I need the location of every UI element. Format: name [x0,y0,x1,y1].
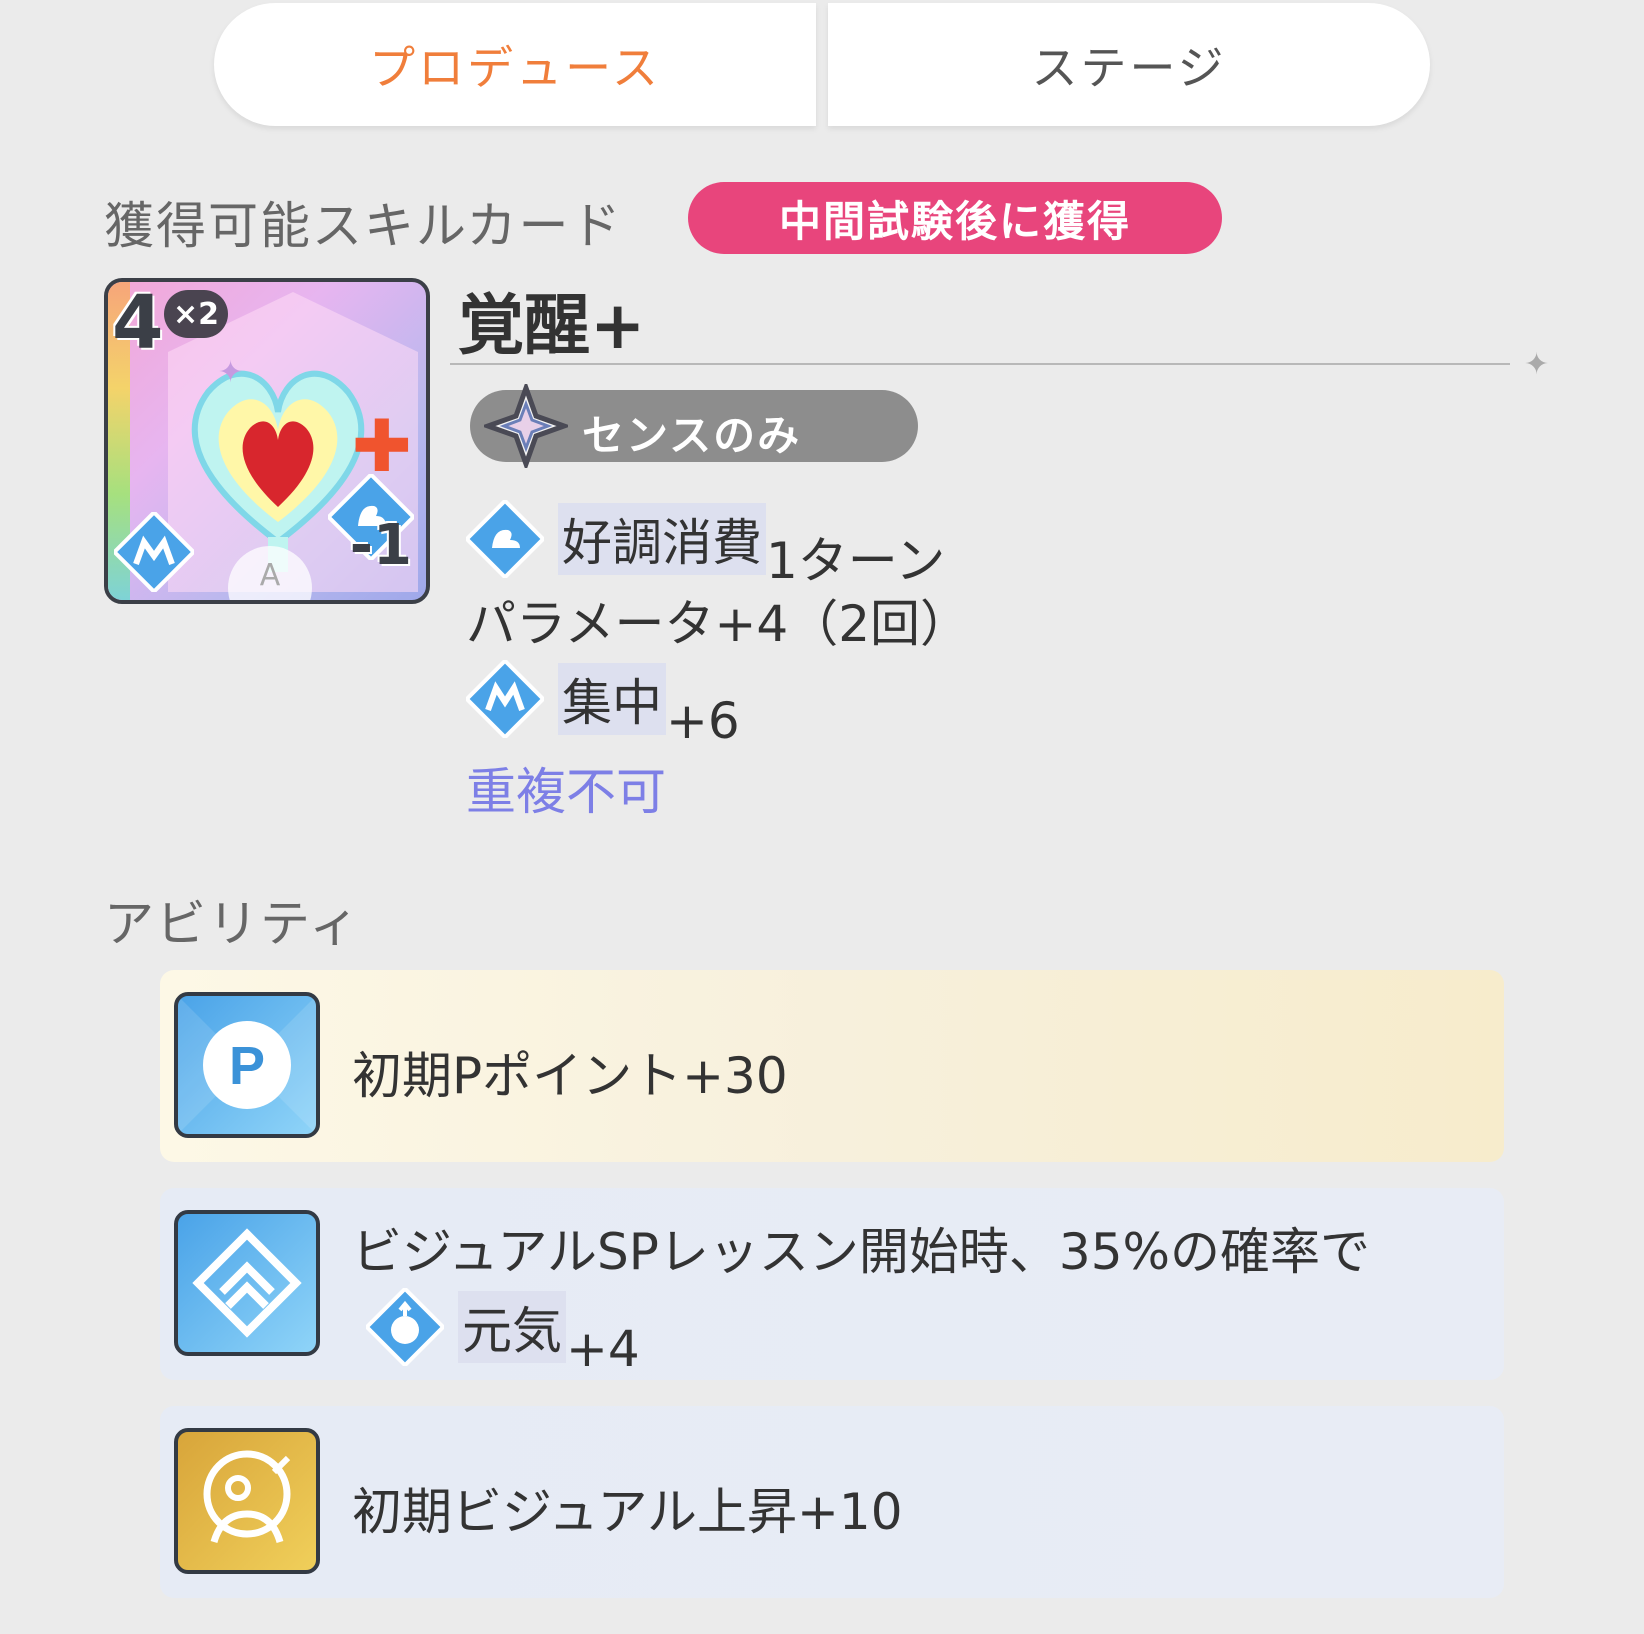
concentration-token[interactable]: 集中 [466,660,666,738]
concentration-icon [114,512,194,592]
concentration-icon [466,660,544,738]
visual-sp-lesson-icon [174,1210,320,1356]
skill-card-image[interactable]: ✦ 4 ×2 ✚ -1 A [104,278,430,604]
effect-keyword: 集中 [558,663,666,735]
ability-item: P 初期Pポイント+30 [160,970,1504,1162]
ability-text-line2: 元気 +4 [366,1288,640,1378]
sparkle-icon: ✦ [1524,347,1550,382]
effect-value: +4 [566,1320,640,1378]
ability-text: 初期ビジュアル上昇+10 [352,1483,903,1541]
restriction-label: センスのみ [582,411,802,460]
effect-line-2: パラメータ+4（2回） [466,595,971,653]
no-duplicate-label: 重複不可 [466,763,666,821]
sense-plan-icon [484,384,568,468]
effect-line-1: 好調消費 1ターン [466,500,945,593]
ability-item: 初期ビジュアル上昇+10 [160,1406,1504,1598]
good-condition-icon [466,500,544,578]
skill-card-section-title: 獲得可能スキルカード [104,197,623,255]
ability-item: ビジュアルSPレッスン開始時、35%の確率で 元気 +4 [160,1188,1504,1380]
visual-growth-icon [174,1428,320,1574]
acquire-timing-badge: 中間試験後に獲得 [688,182,1222,254]
skill-card-name: 覚醒+ [458,287,646,364]
p-point-icon: P [174,992,320,1138]
ability-section-title: アビリティ [104,895,361,953]
svg-text:P: P [229,1036,265,1096]
card-cost: 4 [112,280,164,366]
card-times-badge: ×2 [164,290,228,338]
tab-stage[interactable]: ステージ [828,3,1430,126]
svg-text:✦: ✦ [218,355,243,390]
genki-icon [366,1288,444,1366]
card-cost-change: -1 [349,513,412,578]
tab-bar: プロデュース ステージ [214,3,1430,126]
effect-keyword: 好調消費 [558,503,766,575]
restriction-badge: センスのみ [470,384,918,468]
effect-value: 1ターン [766,532,946,590]
title-divider [450,363,1510,365]
genki-token[interactable]: 元気 [366,1288,566,1366]
card-upgraded-plus-icon: ✚ [351,404,412,488]
ability-text: ビジュアルSPレッスン開始時、35%の確率で [352,1223,1371,1281]
good-condition-token[interactable]: 好調消費 [466,500,766,578]
effect-value: +6 [666,692,740,750]
tab-produce[interactable]: プロデュース [214,3,816,126]
effect-keyword: 元気 [458,1291,566,1363]
ability-text: 初期Pポイント+30 [352,1047,788,1105]
effect-line-3: 集中 +6 [466,660,740,750]
